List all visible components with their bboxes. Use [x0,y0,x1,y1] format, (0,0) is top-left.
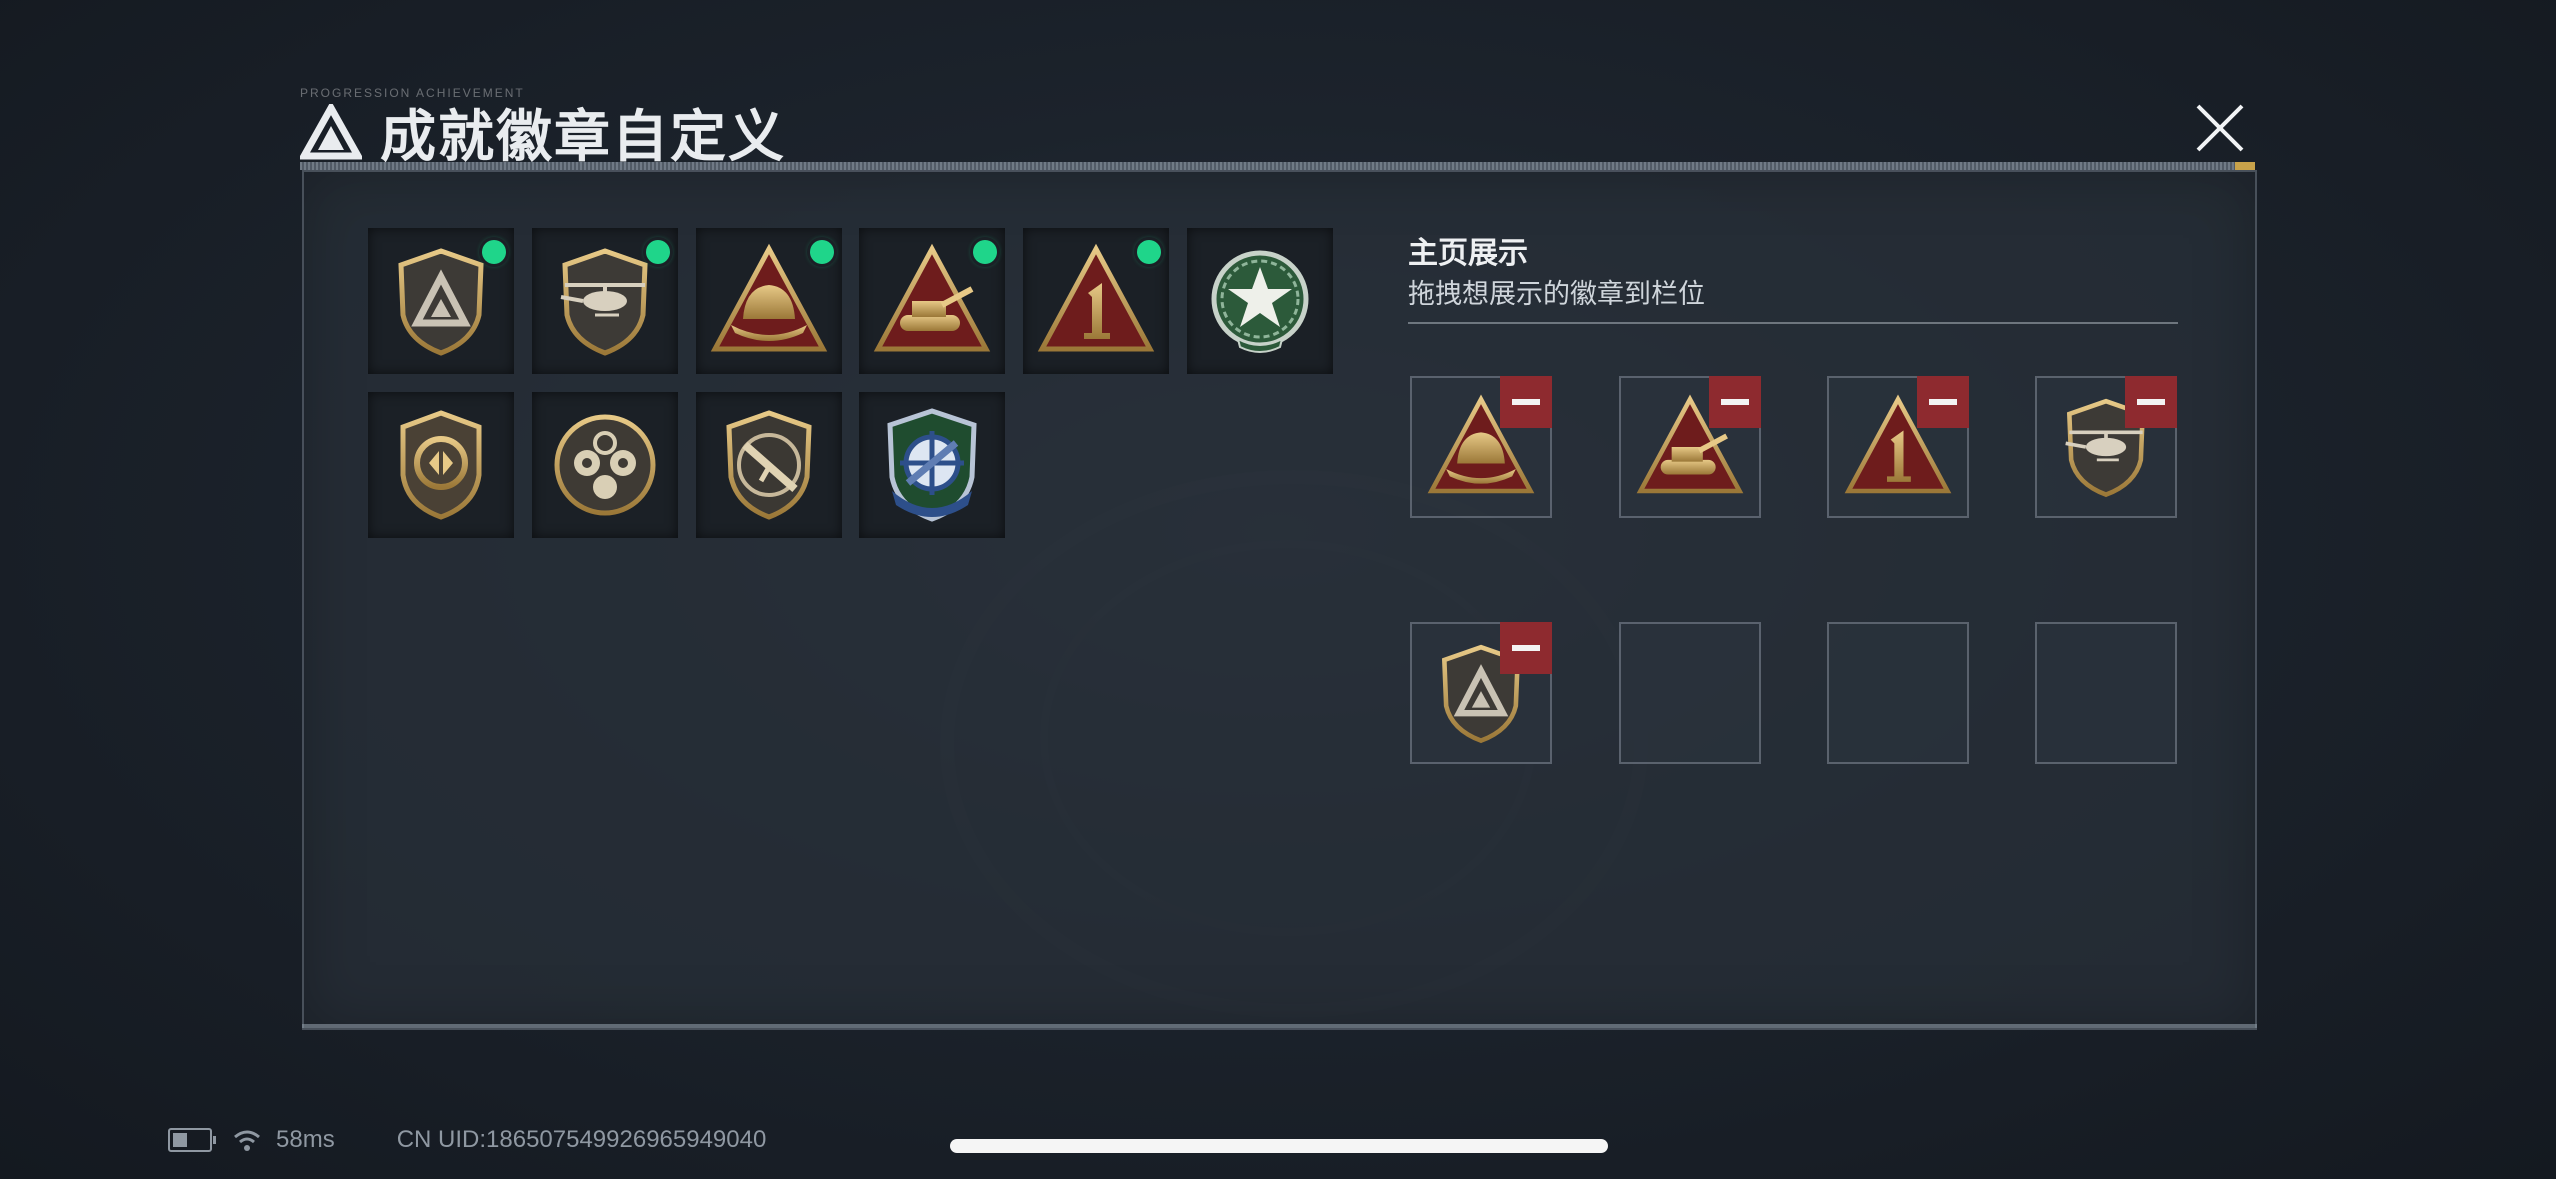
helmet-triangle-icon [709,241,829,361]
triangle-shield-icon [381,241,501,361]
showcase-divider [1408,322,2178,324]
showcase-slot-empty[interactable] [1619,622,1761,764]
badge-cell[interactable] [368,228,514,374]
number-one-triangle-icon [1036,241,1156,361]
battery-icon [168,1128,216,1152]
arrows-shield-icon [381,405,501,525]
close-button[interactable] [2190,98,2250,158]
badge-cell[interactable] [532,392,678,538]
new-indicator-dot [1137,240,1161,264]
crosshair-shield-icon [872,405,992,525]
rifle-shield-icon [709,405,829,525]
new-indicator-dot [810,240,834,264]
user-uid: CN UID:1865075499269659490​40 [396,1126,767,1153]
page-header: 成就徽章自定义 [300,92,786,172]
showcase-slot[interactable] [2035,376,2177,518]
showcase-slot[interactable] [1410,376,1552,518]
header-divider-accent [2235,162,2255,170]
remove-badge-button[interactable] [1500,622,1552,674]
showcase-slot[interactable] [1410,622,1552,764]
badge-cell[interactable] [859,228,1005,374]
showcase-subtitle: 拖拽想展示的徽章到栏位 [1408,279,1705,309]
badge-cell[interactable] [696,228,842,374]
wifi-icon [234,1130,260,1151]
badge-cell[interactable] [859,392,1005,538]
badge-cell[interactable] [532,228,678,374]
tank-triangle-icon [872,241,992,361]
panel-bottom-edge [302,1024,2257,1028]
badge-cell[interactable] [696,392,842,538]
showcase-slot[interactable] [1827,376,1969,518]
new-indicator-dot [482,240,506,264]
home-indicator[interactable] [950,1139,1608,1153]
remove-badge-button[interactable] [1709,376,1761,428]
badge-cell[interactable] [1023,228,1169,374]
helicopter-shield-icon [545,241,665,361]
remove-badge-button[interactable] [1917,376,1969,428]
showcase-slot[interactable] [1619,376,1761,518]
star-wreath-icon [1200,241,1320,361]
showcase-slot-empty[interactable] [2035,622,2177,764]
badge-cell[interactable] [368,392,514,538]
status-bar: 58ms CN UID:1865075499269659490​40 [168,1126,766,1154]
showcase-slot-empty[interactable] [1827,622,1969,764]
remove-badge-button[interactable] [2125,376,2177,428]
header-divider [300,162,2255,170]
new-indicator-dot [646,240,670,264]
new-indicator-dot [973,240,997,264]
page-title: 成就徽章自定义 [380,104,786,168]
ping-value: 58ms [276,1126,335,1153]
remove-badge-button[interactable] [1500,376,1552,428]
close-icon [2196,104,2244,152]
showcase-title: 主页展示 [1408,237,1528,270]
logo-icon [300,104,362,160]
badge-cell[interactable] [1187,228,1333,374]
gas-mask-icon [545,405,665,525]
